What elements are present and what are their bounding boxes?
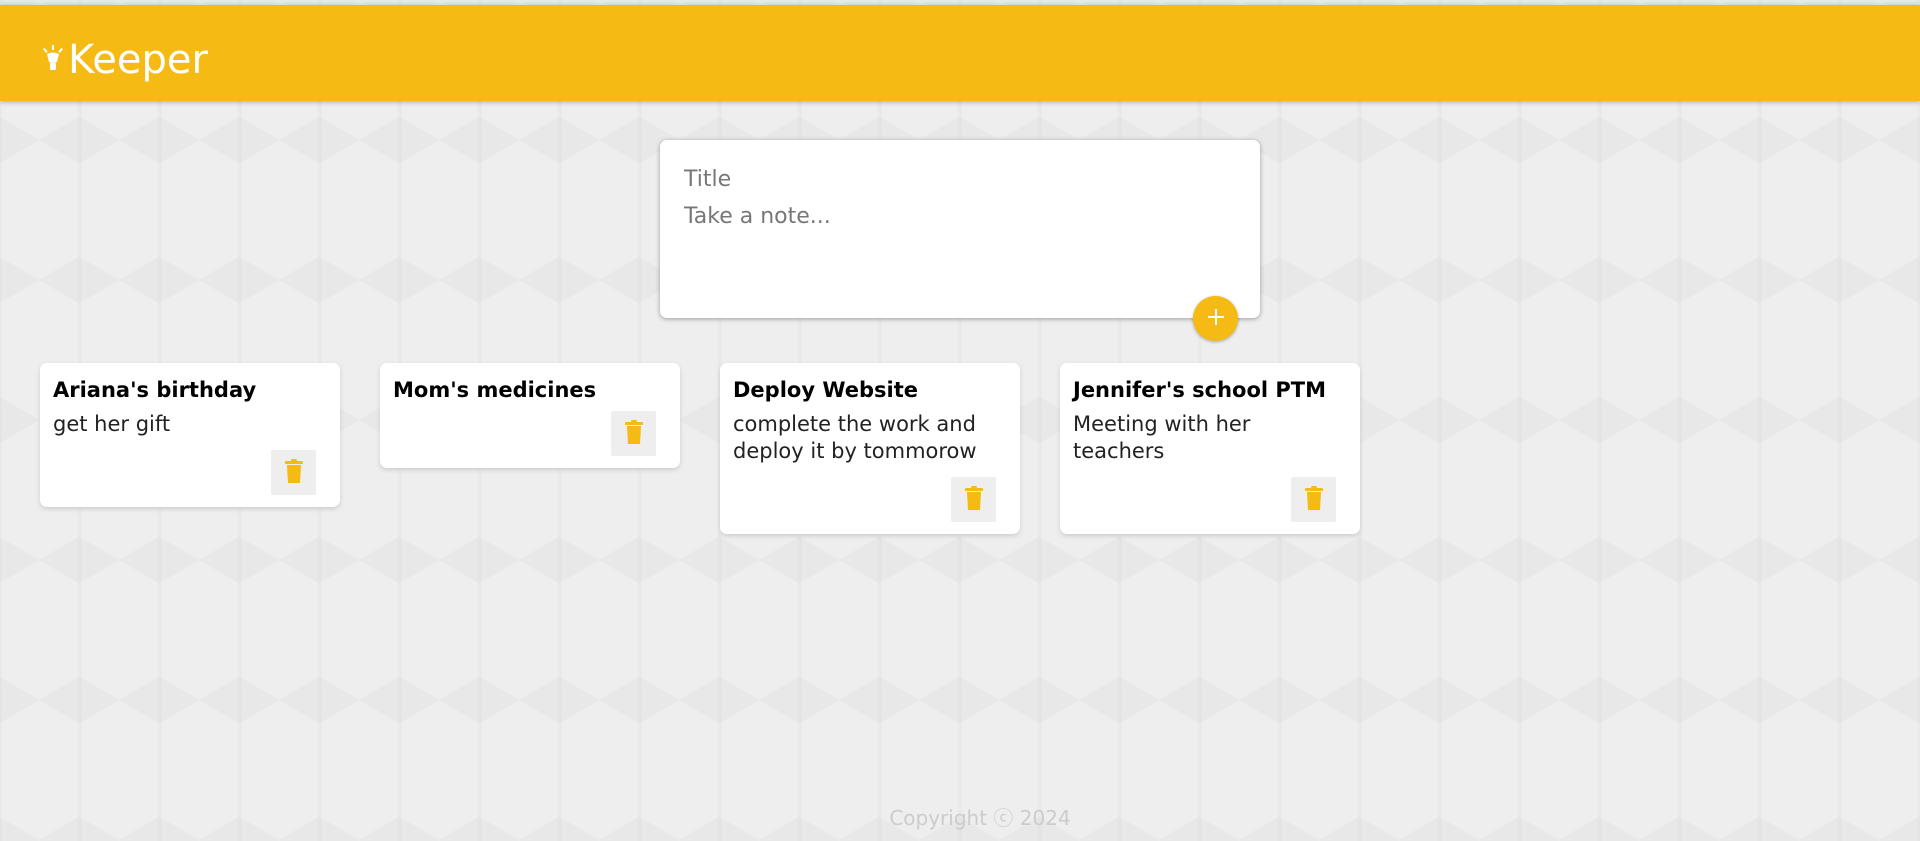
title-input[interactable] xyxy=(684,162,1234,196)
delete-note-button[interactable] xyxy=(951,477,996,522)
trash-icon xyxy=(1304,486,1323,513)
app-logo: Keeper xyxy=(42,37,208,83)
note-card: Ariana's birthday get her gift xyxy=(40,363,340,507)
note-card: Mom's medicines xyxy=(380,363,680,468)
note-card: Deploy Website complete the work and dep… xyxy=(720,363,1020,534)
note-card: Jennifer's school PTM Meeting with her t… xyxy=(1060,363,1360,534)
footer: Copyright ⓒ 2024 xyxy=(0,802,1920,831)
note-title: Jennifer's school PTM xyxy=(1073,378,1327,402)
note-content: complete the work and deploy it by tommo… xyxy=(733,412,983,463)
trash-icon xyxy=(964,486,983,513)
delete-note-button[interactable] xyxy=(611,411,656,456)
note-title: Mom's medicines xyxy=(393,378,597,402)
create-note-form xyxy=(660,140,1260,318)
app-title: Keeper xyxy=(68,37,208,83)
trash-icon xyxy=(284,459,303,486)
note-textarea[interactable] xyxy=(684,202,1234,282)
app-header: Keeper xyxy=(0,5,1920,101)
note-title: Ariana's birthday xyxy=(53,378,257,402)
note-content: Meeting with her teachers xyxy=(1073,412,1258,463)
copyright-text: Copyright ⓒ 2024 xyxy=(889,806,1071,830)
delete-note-button[interactable] xyxy=(271,450,316,495)
note-title: Deploy Website xyxy=(733,378,919,402)
delete-note-button[interactable] xyxy=(1291,477,1336,522)
lightbulb-icon xyxy=(42,45,64,75)
note-content: get her gift xyxy=(53,412,171,436)
trash-icon xyxy=(624,420,643,447)
plus-icon xyxy=(1206,307,1226,330)
add-note-button[interactable] xyxy=(1193,296,1238,341)
